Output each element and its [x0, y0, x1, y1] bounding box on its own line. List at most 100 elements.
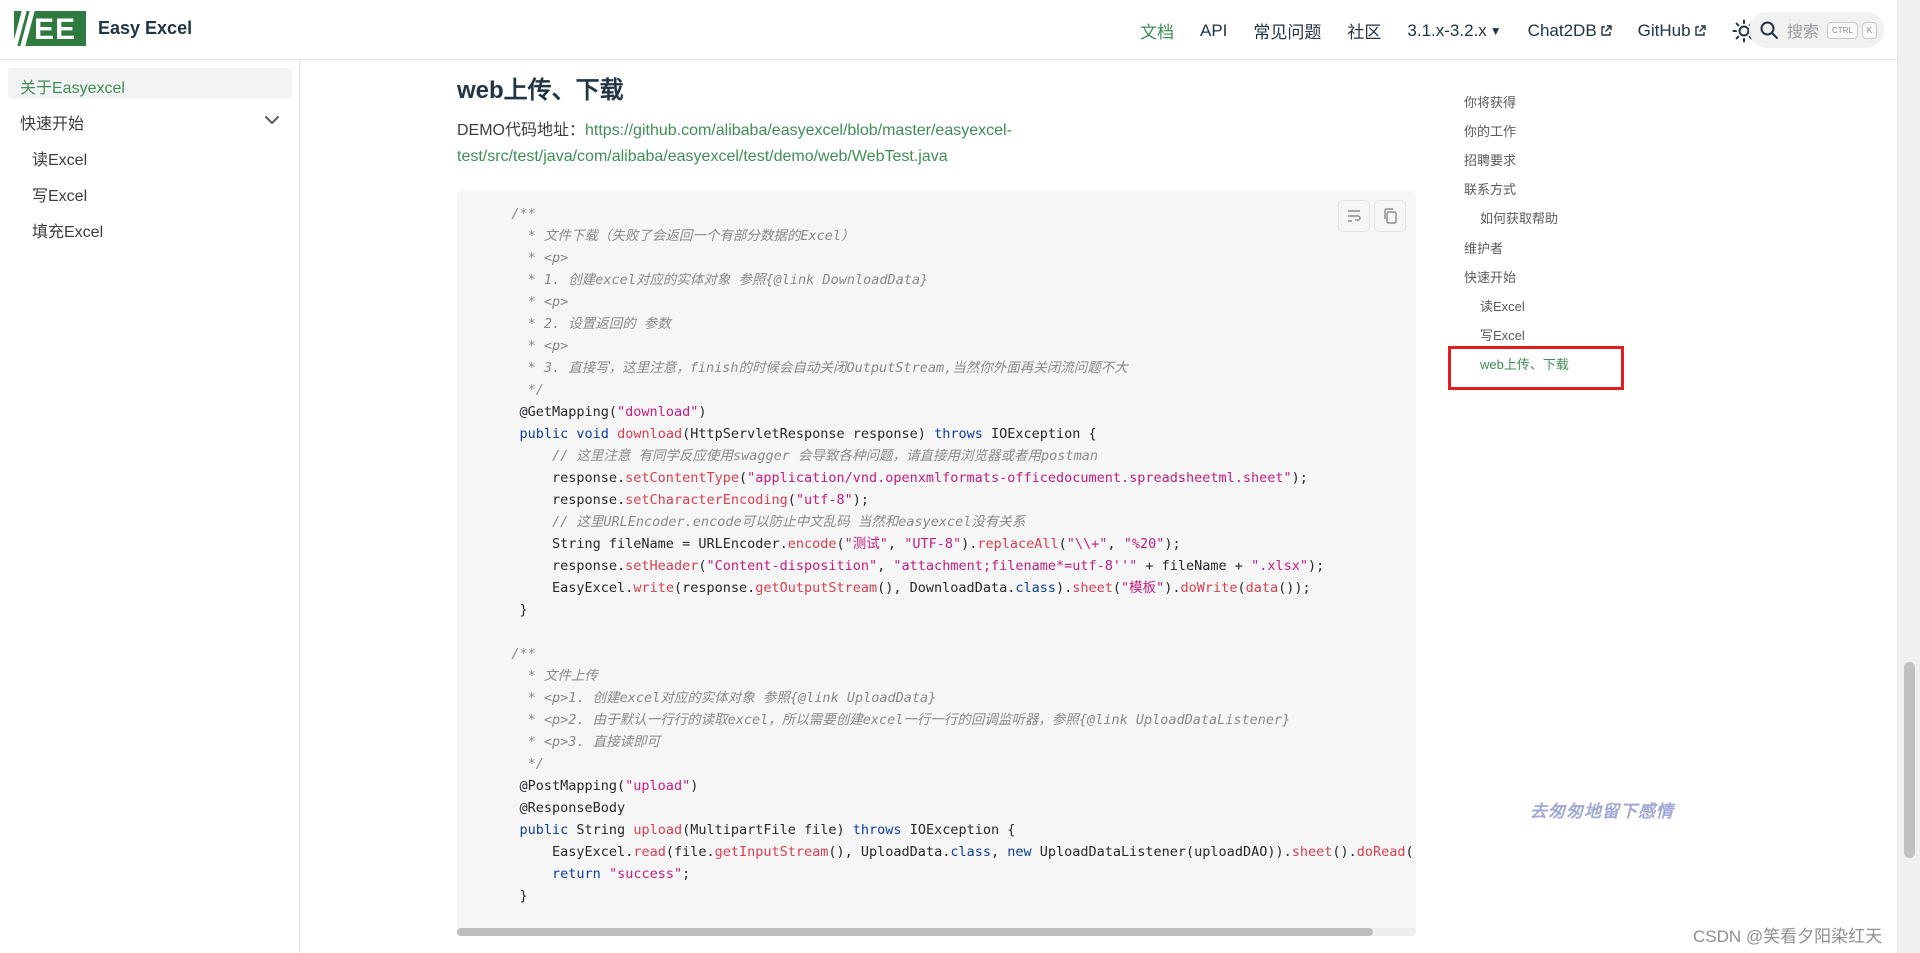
site-title[interactable]: Easy Excel	[98, 18, 192, 39]
code-token: (MultipartFile file)	[682, 822, 853, 838]
sidebar-item-about[interactable]: 关于Easyexcel	[8, 68, 292, 99]
code-token: "%20"	[1123, 536, 1165, 552]
code-token: encode	[787, 536, 837, 552]
code-line: String fileName = URLEncoder.encode ( "测试"…	[487, 533, 1416, 555]
code-token: }	[487, 602, 528, 618]
code-token: );	[852, 492, 870, 508]
code-line: response.setHeader("Content-disposition"…	[487, 555, 1416, 577]
code-token: String fileName = URLEncoder.	[487, 536, 788, 552]
code-line: return "success";	[487, 863, 1416, 885]
code-token: );	[1307, 558, 1325, 574]
code-token: EasyExcel.	[487, 844, 634, 860]
code-token: (	[1058, 536, 1067, 552]
code-token: String	[576, 822, 634, 838]
code-token: // 这里URLEncoder.encode可以防止中文乱码 当然和easyex…	[487, 514, 1026, 530]
nav-github[interactable]: GitHub	[1638, 21, 1706, 41]
sidebar-item-read-excel[interactable]: 读Excel	[32, 146, 87, 170]
code-line: }	[487, 885, 1416, 907]
scrollbar-thumb[interactable]	[1904, 662, 1915, 858]
code-token: IOException {	[990, 426, 1097, 442]
page-scrollbar[interactable]	[1897, 0, 1920, 953]
toc-item[interactable]: 你的工作	[1464, 121, 1516, 140]
code-token: * <p>	[487, 294, 569, 310]
logo: EE	[12, 11, 86, 46]
toc-item[interactable]: 读Excel	[1480, 296, 1525, 315]
code-token: (	[787, 492, 796, 508]
toc-item[interactable]: 写Excel	[1480, 325, 1525, 344]
code-line: * 2. 设置返回的 参数	[487, 313, 1416, 335]
external-link-icon	[1694, 24, 1706, 36]
code-token: /**	[487, 206, 536, 222]
nav-chat2db[interactable]: Chat2DB	[1528, 21, 1612, 41]
logo-text: EE	[34, 13, 77, 46]
sidebar-item-label: 关于Easyexcel	[20, 80, 125, 97]
code-token: );	[1291, 470, 1308, 486]
copy-button[interactable]	[1374, 200, 1406, 232]
code-token: )	[698, 404, 707, 420]
nav-community[interactable]: 社区	[1347, 18, 1381, 43]
code-line: response.setCharacterEncoding("utf-8");	[487, 489, 1416, 511]
code-line: * 文件上传	[487, 665, 1416, 687]
toc-item[interactable]: 联系方式	[1464, 179, 1516, 198]
code-token: (	[1237, 580, 1246, 596]
sidebar-item-label: 读Excel	[32, 152, 88, 169]
toc-item[interactable]: 招聘要求	[1464, 150, 1516, 169]
code-token: "Content-disposition"	[706, 558, 878, 574]
code-token: * <p>	[487, 338, 569, 354]
copy-icon	[1384, 208, 1397, 224]
scrollbar-thumb[interactable]	[457, 928, 1373, 936]
code-token: return	[552, 866, 609, 882]
code-token: class	[950, 844, 991, 860]
nav-faq[interactable]: 常见问题	[1253, 18, 1321, 43]
code-token: (	[1112, 580, 1122, 596]
code-line: * 文件下载（失败了会返回一个有部分数据的Excel）	[487, 225, 1416, 247]
top-navbar: EE Easy Excel 文档 API 常见问题 社区 3.1.x-3.2.x…	[0, 0, 1897, 60]
code-token: "\\+"	[1066, 536, 1108, 552]
nav-docs[interactable]: 文档	[1140, 18, 1174, 43]
chevron-down-icon[interactable]	[262, 110, 282, 130]
sidebar-item-label: 写Excel	[32, 188, 88, 205]
code-token: (), UploadData.	[828, 844, 951, 860]
external-link-icon	[1600, 24, 1612, 36]
wrap-button[interactable]	[1338, 200, 1370, 232]
sidebar-item-write-excel[interactable]: 写Excel	[32, 182, 87, 206]
code-token: doWrite	[1180, 580, 1238, 596]
code-line: */	[487, 379, 1416, 401]
csdn-watermark: CSDN @笑看夕阳染红天	[1693, 927, 1883, 946]
code-content: /** * 文件下载（失败了会返回一个有部分数据的Excel） * <p> * …	[487, 203, 1416, 907]
code-token: * <p>	[487, 250, 569, 266]
code-token: "测试"	[844, 536, 888, 552]
code-token: response.	[487, 470, 626, 486]
code-token: "upload"	[625, 778, 691, 794]
code-line: public void download(HttpServletResponse…	[487, 423, 1416, 445]
sidebar: 关于Easyexcel 快速开始 读Excel 写Excel 填充Excel	[0, 60, 300, 953]
sidebar-item-quickstart[interactable]: 快速开始	[20, 110, 84, 134]
code-token: new	[1007, 844, 1040, 860]
code-token: ().	[1332, 844, 1357, 860]
code-line: /**	[487, 203, 1416, 225]
code-line: // 这里注意 有同学反应使用swagger 会导致各种问题，请直接用浏览器或者…	[487, 445, 1416, 467]
toc-item[interactable]: 维护者	[1464, 238, 1503, 257]
code-token: ();	[1405, 844, 1416, 860]
toc-item[interactable]: 如何获取帮助	[1480, 208, 1558, 227]
code-horizontal-scrollbar[interactable]	[457, 928, 1416, 936]
main-content: web上传、下载 DEMO代码地址：https://github.com/ali…	[300, 60, 1447, 953]
code-token: */	[487, 756, 544, 772]
code-token: setHeader	[625, 558, 699, 574]
code-token: ,	[877, 558, 894, 574]
code-token: UploadDataListener(uploadDAO)).	[1039, 844, 1292, 860]
code-token: ).	[961, 536, 978, 552]
code-token: doRead	[1356, 844, 1406, 860]
code-token: "application/vnd.openxmlformats-officedo…	[747, 470, 1292, 486]
toc-item[interactable]: 快速开始	[1464, 267, 1516, 286]
code-token: );	[1164, 536, 1181, 552]
version-dropdown[interactable]: 3.1.x-3.2.x ▼	[1407, 21, 1501, 41]
brand[interactable]: EE Easy Excel	[12, 11, 192, 46]
search-button[interactable]: 搜索 CTRL K	[1749, 12, 1884, 48]
code-token: throws	[852, 822, 910, 838]
kbd-ctrl: CTRL	[1827, 21, 1858, 39]
nav-api[interactable]: API	[1200, 21, 1227, 41]
toc-item[interactable]: 你将获得	[1464, 92, 1516, 111]
sidebar-item-fill-excel[interactable]: 填充Excel	[32, 218, 103, 242]
